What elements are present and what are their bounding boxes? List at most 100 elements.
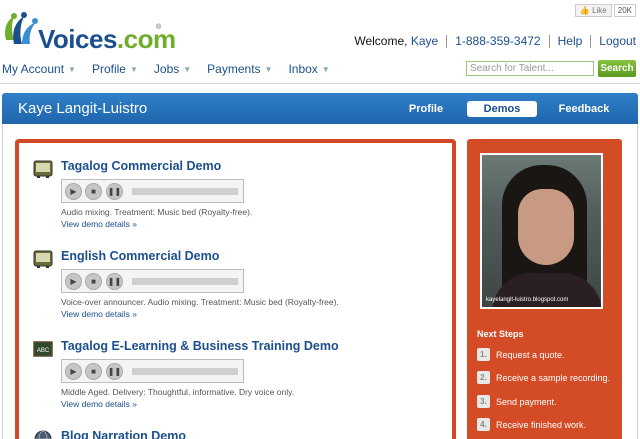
pause-button[interactable]: ❚❚ xyxy=(106,363,123,380)
search-button[interactable]: Search xyxy=(598,60,636,77)
logo-registered-mark: ® xyxy=(156,24,162,31)
page-title: Kaye Langit-Luistro xyxy=(18,100,148,117)
welcome-text: Welcome, Kaye xyxy=(354,34,438,48)
nav-label: Jobs xyxy=(153,62,180,76)
like-label: Like xyxy=(592,6,607,15)
view-demo-details-link[interactable]: View demo details » xyxy=(61,309,137,319)
logo-wordmark: Voices.com xyxy=(38,24,176,55)
chalkboard-text: ABC xyxy=(37,348,50,354)
pause-button[interactable]: ❚❚ xyxy=(106,273,123,290)
demo-title-link[interactable]: Tagalog Commercial Demo xyxy=(61,159,221,173)
nav-payments[interactable]: Payments ▼ xyxy=(207,62,272,76)
profile-photo: kayelangit-luistro.blogspot.com xyxy=(480,153,603,309)
view-demo-details-link[interactable]: View demo details » xyxy=(61,219,137,229)
photo-face xyxy=(518,189,574,265)
logout-link[interactable]: Logout xyxy=(599,34,636,48)
next-step-item[interactable]: 4. Receive finished work. xyxy=(477,418,586,431)
nav-jobs[interactable]: Jobs ▼ xyxy=(154,62,191,76)
welcome-prefix: Welcome, xyxy=(354,34,408,48)
nav-profile[interactable]: Profile ▼ xyxy=(92,62,138,76)
audio-player: ▶ ■ ❚❚ xyxy=(61,269,244,293)
tab-feedback[interactable]: Feedback xyxy=(558,101,610,117)
like-widget: 👍 Like 20K xyxy=(574,4,636,17)
nav-label: Profile xyxy=(91,62,126,76)
next-steps-title: Next Steps xyxy=(477,329,524,339)
like-button[interactable]: 👍 Like xyxy=(574,4,612,17)
play-button[interactable]: ▶ xyxy=(65,273,82,290)
voices-logo[interactable]: Voices.com ® xyxy=(0,10,176,54)
stop-button[interactable]: ■ xyxy=(85,363,102,380)
next-step-item[interactable]: 2. Receive a sample recording. xyxy=(477,371,610,384)
view-demo-details-link[interactable]: View demo details » xyxy=(61,399,137,409)
user-name-link[interactable]: Kaye xyxy=(411,34,438,48)
step-number: 2. xyxy=(477,371,490,384)
stop-button[interactable]: ■ xyxy=(85,273,102,290)
divider xyxy=(446,34,448,48)
play-icon: ▶ xyxy=(70,367,77,376)
pause-icon: ❚❚ xyxy=(107,367,122,376)
chevron-down-icon: ▼ xyxy=(129,64,138,74)
page: Voices.com ® 👍 Like 20K Welcome, Kaye 1-… xyxy=(0,0,640,439)
step-label: Receive a sample recording. xyxy=(496,372,611,383)
step-number: 3. xyxy=(477,395,490,408)
demo-title-link[interactable]: Blog Narration Demo xyxy=(61,429,186,439)
next-step-item[interactable]: 3. Send payment. xyxy=(477,395,557,408)
step-number: 1. xyxy=(477,348,490,361)
step-label: Send payment. xyxy=(496,396,557,407)
tv-icon xyxy=(33,250,53,268)
help-link[interactable]: Help xyxy=(558,34,583,48)
logo-text-main: Voices xyxy=(38,24,117,54)
divider xyxy=(590,34,592,48)
step-label: Request a quote. xyxy=(496,349,565,360)
stop-icon: ■ xyxy=(91,277,96,286)
demo-title-link[interactable]: Tagalog E-Learning & Business Training D… xyxy=(61,339,339,353)
next-step-item[interactable]: 1. Request a quote. xyxy=(477,348,565,361)
demo-description: Audio mixing. Treatment: Music bed (Roya… xyxy=(61,207,253,217)
demo-title-link[interactable]: English Commercial Demo xyxy=(61,249,219,263)
step-label: Receive finished work. xyxy=(496,419,587,430)
play-button[interactable]: ▶ xyxy=(65,363,82,380)
audio-player: ▶ ■ ❚❚ xyxy=(61,179,244,203)
tab-demos[interactable]: Demos xyxy=(467,101,537,117)
pause-icon: ❚❚ xyxy=(107,187,122,196)
nav-label: Payments xyxy=(207,62,261,76)
tab-profile[interactable]: Profile xyxy=(406,101,446,117)
main-nav: My Account ▼ Profile ▼ Jobs ▼ Payments ▼ Inb… xyxy=(2,62,346,76)
stop-button[interactable]: ■ xyxy=(85,183,102,200)
chevron-down-icon: ▼ xyxy=(68,64,76,74)
chalkboard-icon: ABC xyxy=(33,341,53,357)
play-icon: ▶ xyxy=(70,277,77,286)
pause-icon: ❚❚ xyxy=(107,277,122,286)
search-input[interactable]: Search for Talent... xyxy=(466,61,594,76)
chevron-down-icon: ▼ xyxy=(264,64,273,74)
logo-text-dot: .com xyxy=(116,24,176,54)
logo-people-icon xyxy=(5,12,38,44)
play-button[interactable]: ▶ xyxy=(65,183,82,200)
like-count: 20K xyxy=(613,4,636,17)
demo-description: Voice-over announcer. Audio mixing. Trea… xyxy=(61,297,339,307)
demo-description: Middle Aged. Delivery: Thoughtful, infor… xyxy=(61,387,295,397)
profile-side-panel: kayelangit-luistro.blogspot.com Next Ste… xyxy=(467,139,622,439)
stop-icon: ■ xyxy=(91,367,96,376)
thumbs-up-icon: 👍 xyxy=(579,6,590,15)
nav-label: My Account xyxy=(2,62,65,76)
nav-my-account[interactable]: My Account ▼ xyxy=(2,62,76,76)
stop-icon: ■ xyxy=(91,187,96,196)
site-header: Voices.com ® 👍 Like 20K Welcome, Kaye 1-… xyxy=(0,0,640,88)
nav-inbox[interactable]: Inbox ▼ xyxy=(288,62,329,76)
photo-caption: kayelangit-luistro.blogspot.com xyxy=(486,297,569,303)
progress-bar[interactable] xyxy=(132,368,238,375)
chevron-down-icon: ▼ xyxy=(183,64,192,74)
progress-bar[interactable] xyxy=(132,278,238,285)
pause-button[interactable]: ❚❚ xyxy=(106,183,123,200)
phone-number: 1-888-359-3472 xyxy=(455,34,541,48)
nav-label: Inbox xyxy=(288,62,318,76)
demos-panel: Tagalog Commercial Demo ▶ ■ ❚❚ Audio mix… xyxy=(15,139,456,439)
step-number: 4. xyxy=(477,418,490,431)
chevron-down-icon: ▼ xyxy=(321,64,330,74)
progress-bar[interactable] xyxy=(132,188,238,195)
audio-player: ▶ ■ ❚❚ xyxy=(61,359,244,383)
play-icon: ▶ xyxy=(70,187,77,196)
top-nav: Welcome, Kaye 1-888-359-3472 Help Logout xyxy=(354,34,636,48)
tv-icon xyxy=(33,160,53,178)
